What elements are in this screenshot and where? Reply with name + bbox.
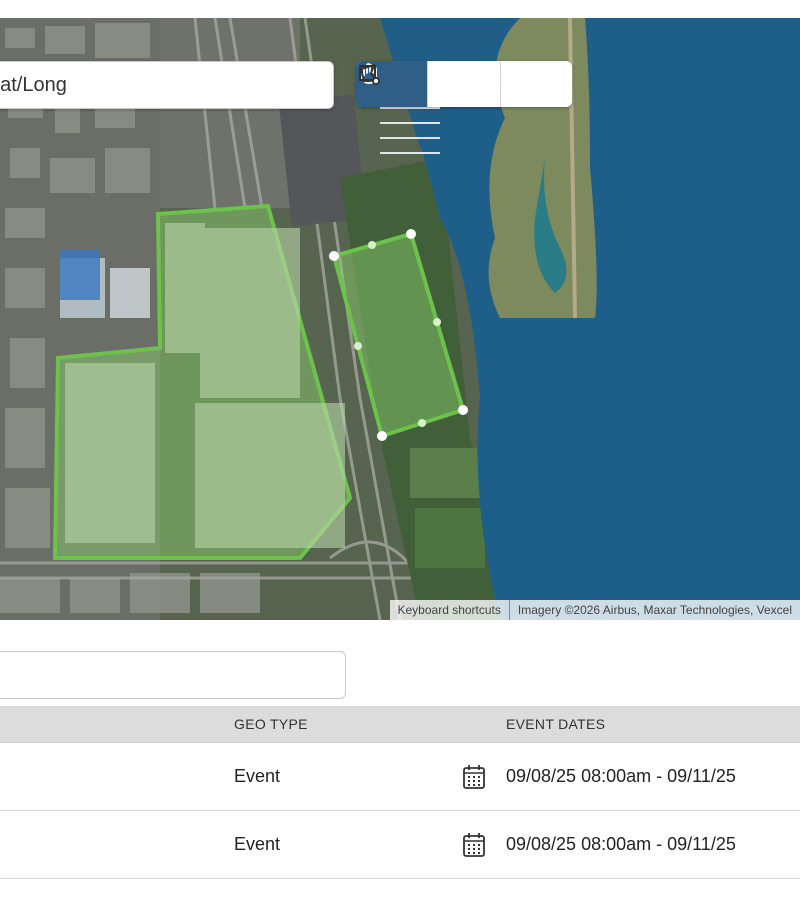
table-header: GEO TYPE EVENT DATES	[0, 706, 800, 743]
top-strip	[0, 0, 800, 18]
keyboard-shortcuts-link[interactable]: Keyboard shortcuts	[389, 600, 509, 620]
geo-type-cell: Event	[234, 766, 281, 786]
latlong-search-box[interactable]	[0, 61, 334, 109]
event-dates-cell: 09/08/25 08:00am - 09/11/25	[506, 834, 736, 854]
map-attribution: Keyboard shortcuts Imagery ©2026 Airbus,…	[389, 600, 800, 620]
polygon-draw-icon	[360, 64, 380, 85]
rectangle-tool-button[interactable]	[359, 61, 501, 107]
column-header-event-dates[interactable]: EVENT DATES	[506, 706, 605, 742]
calendar-icon	[463, 765, 485, 789]
table-row[interactable]: Event 09/08/25 08:00am - 09/11/25	[0, 811, 800, 879]
polygon-tool-button[interactable]	[360, 61, 572, 107]
imagery-credit: Imagery ©2026 Airbus, Maxar Technologies…	[509, 600, 800, 620]
table-row[interactable]: Event 09/08/25 08:00am - 09/11/25	[0, 743, 800, 811]
map-view[interactable]: Keyboard shortcuts Imagery ©2026 Airbus,…	[0, 18, 800, 620]
draw-toolbar	[356, 61, 572, 107]
table-filter-box[interactable]	[0, 651, 346, 699]
column-header-geo-type[interactable]: GEO TYPE	[234, 706, 308, 742]
latlong-input[interactable]	[0, 73, 311, 97]
calendar-icon	[463, 833, 485, 857]
table-filter-input[interactable]	[5, 652, 339, 698]
geo-type-cell: Event	[234, 834, 281, 854]
event-dates-cell: 09/08/25 08:00am - 09/11/25	[506, 766, 736, 786]
